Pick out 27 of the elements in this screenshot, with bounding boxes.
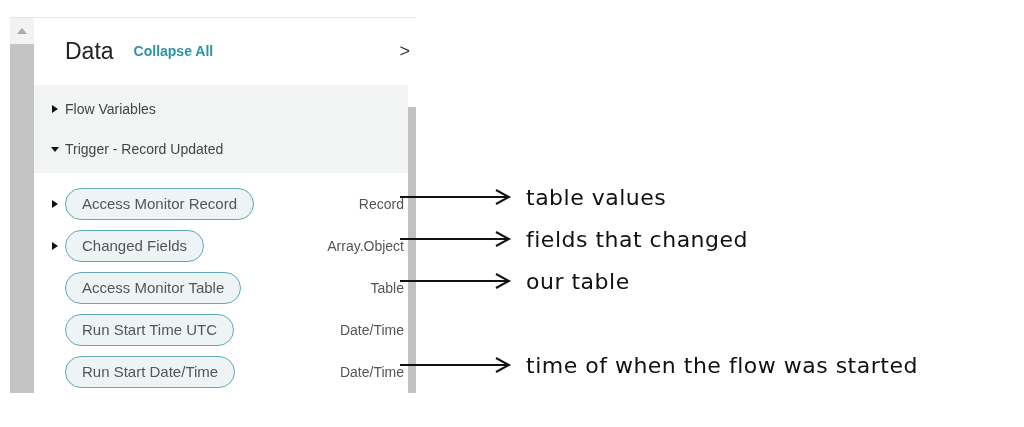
caret-right-icon[interactable]: [51, 105, 59, 113]
section-label: Flow Variables: [65, 99, 156, 119]
data-pill[interactable]: Access Monitor Table: [65, 272, 242, 304]
annotation-text: table values: [526, 183, 667, 212]
type-label: Date/Time: [339, 320, 404, 340]
panel-title: Data: [65, 37, 114, 67]
caret-down-icon[interactable]: [51, 145, 59, 153]
annotation-text: time of when the flow was started: [526, 351, 918, 380]
annotation-text: fields that changed: [526, 225, 749, 254]
section-header[interactable]: Flow Variables: [34, 89, 408, 129]
scrollbar-thumb[interactable]: [408, 107, 416, 393]
data-pill[interactable]: Run Start Date/Time: [65, 356, 236, 388]
type-label: Date/Time: [339, 362, 404, 382]
section-label: Trigger - Record Updated: [65, 139, 224, 159]
expand-panel-button[interactable]: >: [399, 38, 410, 65]
type-label: Table: [370, 278, 404, 298]
annotation-text: our table: [526, 267, 630, 296]
type-label: Record: [358, 194, 404, 214]
data-pill[interactable]: Changed Fields: [65, 230, 205, 262]
caret-right-icon[interactable]: [51, 242, 59, 250]
scrollbar-thumb[interactable]: [10, 44, 34, 393]
section-header[interactable]: Trigger - Record Updated: [34, 129, 408, 169]
data-pill[interactable]: Run Start Time UTC: [65, 314, 235, 346]
type-label: Array.Object: [327, 236, 404, 256]
collapse-all-link[interactable]: Collapse All: [133, 41, 214, 62]
caret-right-icon[interactable]: [51, 200, 59, 208]
data-pill[interactable]: Access Monitor Record: [65, 188, 255, 220]
